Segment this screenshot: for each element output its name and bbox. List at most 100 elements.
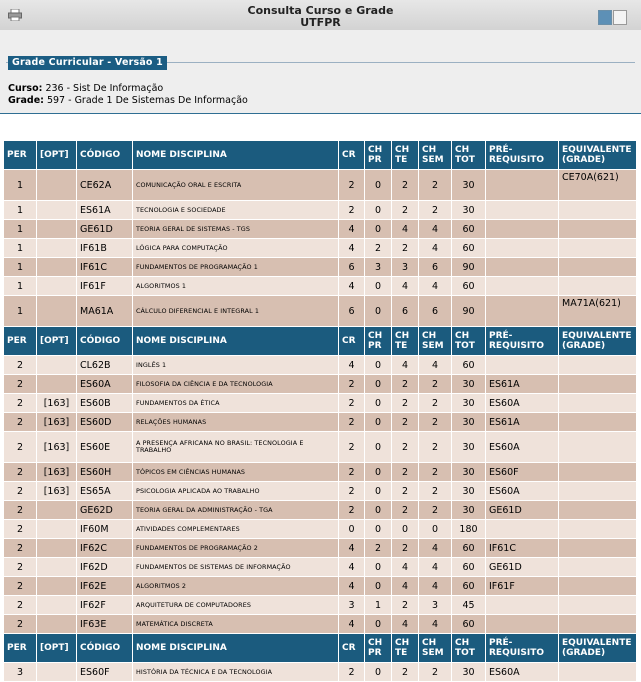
window-blue-icon[interactable]	[598, 10, 612, 25]
col-codigo-header: CÓDIGO	[76, 633, 133, 663]
cell-ch-pr: 2	[364, 538, 392, 558]
cell-per: 2	[3, 595, 37, 615]
grade-legend: Grade Curricular - Versão 1	[8, 56, 167, 70]
cell-opt	[36, 355, 77, 375]
grade-value: 597 - Grade 1 De Sistemas De Informação	[46, 95, 248, 106]
cell-per: 2	[3, 462, 37, 482]
window-white-icon[interactable]	[613, 10, 627, 25]
cell-opt	[36, 662, 77, 682]
cell-opt	[36, 557, 77, 577]
cell-ch-sem: 4	[418, 355, 452, 375]
cell-cr: 4	[338, 355, 365, 375]
cell-ch-te: 4	[391, 557, 419, 577]
cell-ch-te: 2	[391, 200, 419, 220]
cell-pre-requisito	[485, 238, 559, 258]
cell-equivalente	[558, 538, 637, 558]
cell-cr: 2	[338, 462, 365, 482]
col-ch-pr-header: CH PR	[364, 326, 392, 356]
col-pre-requisito-header: PRÉ-REQUISITO	[485, 633, 559, 663]
cell-ch-tot: 90	[451, 257, 486, 277]
col-cr-header: CR	[338, 140, 365, 170]
cell-nome-disciplina: CÁLCULO DIFERENCIAL E INTEGRAL 1	[132, 295, 339, 327]
cell-nome-disciplina: ALGORITMOS 2	[132, 576, 339, 596]
cell-ch-tot: 30	[451, 431, 486, 463]
cell-ch-sem: 2	[418, 374, 452, 394]
cell-cr: 4	[338, 276, 365, 296]
cell-ch-pr: 0	[364, 169, 392, 201]
cell-ch-pr: 0	[364, 200, 392, 220]
cell-nome-disciplina: TEORIA GERAL DE SISTEMAS - TGS	[132, 219, 339, 239]
cell-ch-te: 6	[391, 295, 419, 327]
grade-label: Grade:	[8, 95, 44, 106]
cell-cr: 4	[338, 614, 365, 634]
cell-codigo: CL62B	[76, 355, 133, 375]
cell-ch-pr: 2	[364, 238, 392, 258]
cell-pre-requisito: GE61D	[485, 557, 559, 577]
cell-opt	[36, 374, 77, 394]
cell-pre-requisito: ES60A	[485, 662, 559, 682]
table-row: 2 [163] ES60B FUNDAMENTOS DA ÉTICA 2 0 2 2 30 ES6…	[3, 393, 637, 413]
cell-opt: [163]	[36, 412, 77, 432]
cell-ch-pr: 0	[364, 295, 392, 327]
cell-opt	[36, 276, 77, 296]
table-row: 3 ES60F HISTÓRIA DA TÉCNICA E DA TECNOLOGI…	[3, 662, 637, 682]
cell-ch-sem: 2	[418, 500, 452, 520]
cell-cr: 2	[338, 200, 365, 220]
cell-ch-tot: 60	[451, 355, 486, 375]
curso-line: Curso: 236 - Sist De Informação	[8, 83, 163, 94]
cell-codigo: IF62E	[76, 576, 133, 596]
title-line-2: UTFPR	[300, 16, 341, 29]
col-ch-te-header: CH TE	[391, 326, 419, 356]
cell-codigo: IF61B	[76, 238, 133, 258]
cell-codigo: IF62C	[76, 538, 133, 558]
cell-cr: 2	[338, 662, 365, 682]
section-divider	[0, 113, 641, 114]
cell-nome-disciplina: ALGORITMOS 1	[132, 276, 339, 296]
cell-opt	[36, 614, 77, 634]
cell-ch-pr: 0	[364, 431, 392, 463]
cell-ch-sem: 6	[418, 257, 452, 277]
cell-cr: 2	[338, 481, 365, 501]
cell-per: 2	[3, 538, 37, 558]
cell-nome-disciplina: ARQUITETURA DE COMPUTADORES	[132, 595, 339, 615]
cell-per: 1	[3, 238, 37, 258]
cell-equivalente	[558, 276, 637, 296]
col-ch-te-header: CH TE	[391, 140, 419, 170]
cell-nome-disciplina: FUNDAMENTOS DE SISTEMAS DE INFORMAÇÃO	[132, 557, 339, 577]
table-row: 2 [163] ES60D RELAÇÕES HUMANAS 2 0 2 2 30 ES61A	[3, 412, 637, 432]
cell-codigo: ES61A	[76, 200, 133, 220]
cell-codigo: ES65A	[76, 481, 133, 501]
cell-ch-tot: 60	[451, 576, 486, 596]
cell-ch-te: 2	[391, 412, 419, 432]
cell-ch-sem: 2	[418, 169, 452, 201]
cell-per: 1	[3, 295, 37, 327]
cell-ch-te: 4	[391, 576, 419, 596]
cell-ch-tot: 60	[451, 538, 486, 558]
table-row: 2 ES60A FILOSOFIA DA CIÊNCIA E DA TECNOLOG…	[3, 374, 637, 394]
table-row: 2 CL62B INGLÊS 1 4 0 4 4 60	[3, 355, 637, 375]
cell-per: 2	[3, 557, 37, 577]
col-equivalente-header: EQUIVALENTE (GRADE)	[558, 140, 637, 170]
cell-ch-tot: 60	[451, 557, 486, 577]
table-header-row: PER [OPT] CÓDIGO NOME DISCIPLINA CR CH PR CH T…	[3, 633, 637, 663]
col-cr-header: CR	[338, 633, 365, 663]
cell-cr: 4	[338, 219, 365, 239]
cell-ch-te: 2	[391, 481, 419, 501]
cell-pre-requisito	[485, 295, 559, 327]
cell-equivalente	[558, 462, 637, 482]
cell-equivalente	[558, 557, 637, 577]
cell-equivalente	[558, 519, 637, 539]
cell-cr: 6	[338, 257, 365, 277]
cell-equivalente	[558, 500, 637, 520]
cell-pre-requisito: ES61A	[485, 412, 559, 432]
cell-ch-tot: 60	[451, 614, 486, 634]
cell-opt: [163]	[36, 431, 77, 463]
cell-equivalente	[558, 257, 637, 277]
col-per-header: PER	[3, 140, 37, 170]
cell-equivalente	[558, 238, 637, 258]
cell-ch-sem: 0	[418, 519, 452, 539]
col-ch-sem-header: CH SEM	[418, 326, 452, 356]
cell-ch-pr: 0	[364, 662, 392, 682]
cell-nome-disciplina: FUNDAMENTOS DE PROGRAMAÇÃO 2	[132, 538, 339, 558]
col-per-header: PER	[3, 633, 37, 663]
